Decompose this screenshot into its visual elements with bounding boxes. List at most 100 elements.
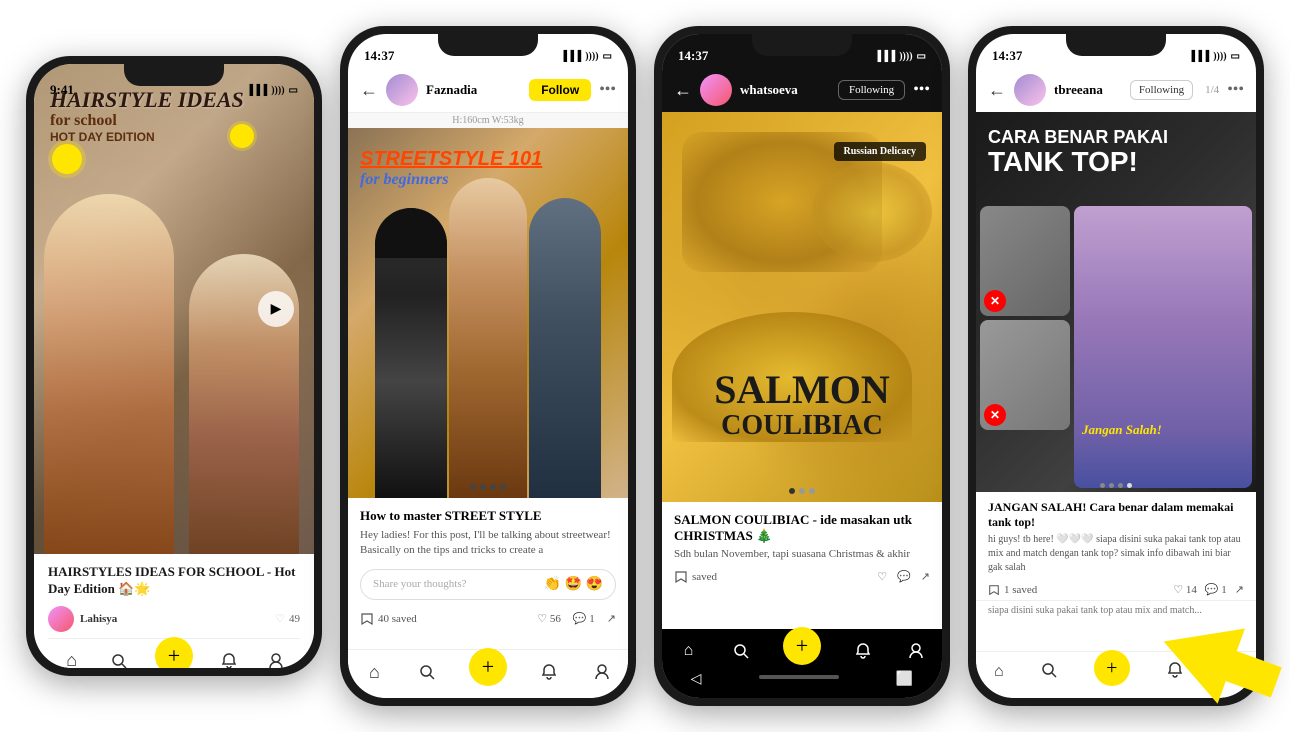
share-icon[interactable]: ↗ — [607, 612, 616, 625]
like-icon[interactable]: ♡ 14 — [1173, 583, 1197, 596]
comment-icon[interactable]: 💬 1 — [1205, 583, 1227, 596]
comment-icon[interactable]: 💬 1 — [573, 612, 595, 625]
nav-home-icon[interactable]: ⌂ — [677, 640, 699, 662]
dot-3 — [1118, 483, 1123, 488]
phone1-hero: 9:41 ▐▐▐ )))) ▭ HAIRSTYLE IDEAS for scho… — [34, 64, 314, 554]
phone1-title-sub: for school — [50, 112, 298, 130]
phone1-post-title: HAIRSTYLES IDEAS FOR SCHOOL - Hot Day Ed… — [48, 564, 300, 598]
dot-1 — [789, 488, 795, 494]
home-indicator — [759, 675, 839, 679]
wrong-example-2: ✕ — [980, 320, 1070, 430]
nav-back-gesture[interactable]: ◁ — [691, 671, 702, 688]
caption-continuation: siapa disini suka pakai tank top atau mi… — [976, 600, 1256, 616]
following-badge[interactable]: Following — [838, 80, 905, 100]
dot-1 — [1100, 483, 1105, 488]
dot-active — [1127, 483, 1132, 488]
figure-2 — [449, 178, 527, 498]
nav-bell-icon[interactable] — [538, 661, 560, 683]
back-button[interactable]: ← — [988, 80, 1006, 101]
dot-2 — [1109, 483, 1114, 488]
more-options-button[interactable]: ••• — [1227, 81, 1244, 99]
author-info: Lahisya — [48, 606, 117, 632]
nav-home-icon[interactable]: ⌂ — [61, 650, 83, 668]
phone-3: 14:37 ▐▐▐ )))) ▭ ← whatsoeva Following •… — [654, 26, 950, 706]
phone4-time: 14:37 — [992, 48, 1022, 64]
nav-person-icon[interactable] — [265, 650, 287, 668]
nav-plus-button[interactable]: + — [469, 648, 507, 686]
signal-icon: ▐▐▐ — [874, 51, 895, 62]
salmon-line1: SALMON — [662, 370, 942, 410]
nav-home-icon[interactable]: ⌂ — [363, 661, 385, 683]
phone2-bottom-nav: ⌂ + — [348, 649, 628, 698]
phone2-notch — [438, 34, 538, 56]
emoji-row[interactable]: 👏 🤩 😍 — [544, 576, 603, 593]
like-icon[interactable]: ♡ 56 — [537, 612, 561, 625]
ph2-caption-body: Hey ladies! For this post, I'll be talki… — [360, 528, 616, 559]
phone3-notch — [752, 34, 852, 56]
battery-icon: ▭ — [917, 51, 926, 62]
ph3-username: whatsoeva — [740, 82, 830, 98]
nav-search-icon[interactable] — [416, 661, 438, 683]
nav-search-icon[interactable] — [730, 640, 752, 662]
nav-bell-icon[interactable] — [218, 650, 240, 668]
phone1-author-row: Lahisya ♡ 49 — [48, 606, 300, 632]
back-button[interactable]: ← — [360, 80, 378, 101]
nav-person-icon[interactable] — [905, 640, 927, 662]
phone1-bottom-nav: ⌂ + — [48, 638, 300, 668]
more-options-button[interactable]: ••• — [913, 81, 930, 99]
carousel-dots — [789, 488, 815, 494]
wrong-mark-1: ✕ — [984, 290, 1006, 312]
share-icon[interactable]: ↗ — [1235, 583, 1244, 596]
ph4-username: tbreeana — [1054, 82, 1122, 98]
phone4-header: ← tbreeana Following 1/4 ••• — [976, 68, 1256, 112]
phone2-hero: STREETSTYLE 101 for beginners — [348, 128, 628, 498]
play-button[interactable]: ▶ — [258, 291, 294, 327]
phone4-status-icons: ▐▐▐ )))) ▭ — [1188, 51, 1240, 62]
author-name: Lahisya — [80, 613, 117, 625]
nav-bell-icon[interactable] — [852, 640, 874, 662]
nav-search-icon[interactable] — [1040, 661, 1058, 684]
carousel-dots — [1100, 483, 1132, 488]
wifi-icon: )))) — [585, 51, 598, 62]
comment-input[interactable]: Share your thoughts? 👏 🤩 😍 — [360, 569, 616, 600]
nav-search-icon[interactable] — [108, 650, 130, 668]
dot-4 — [500, 484, 506, 490]
phone1-status-icons: ▐▐▐ )))) ▭ — [246, 85, 298, 96]
back-button[interactable]: ← — [674, 80, 692, 101]
like-icon[interactable]: ♡ — [877, 570, 887, 584]
follow-button[interactable]: Follow — [529, 79, 591, 101]
ph2-username: Faznadia — [426, 82, 521, 98]
nav-bell-icon[interactable] — [1166, 661, 1184, 684]
nav-home-icon[interactable]: ⌂ — [994, 663, 1004, 681]
dot-3 — [490, 484, 496, 490]
nav-plus-button[interactable]: + — [1094, 650, 1130, 686]
phone1-notch — [124, 64, 224, 86]
ph2-user-avatar — [386, 74, 418, 106]
dot-1 — [470, 484, 476, 490]
carousel-dots — [470, 484, 506, 490]
following-label[interactable]: Following — [1130, 80, 1193, 100]
phone2-header: ← Faznadia Follow ••• — [348, 68, 628, 113]
nav-person-icon[interactable] — [591, 661, 613, 683]
more-options-button[interactable]: ••• — [599, 81, 616, 99]
phone1-title-edition: HOT DAY EDITION — [50, 130, 298, 144]
post-counter: 1/4 — [1205, 84, 1219, 96]
phone1-bottom: HAIRSTYLES IDEAS FOR SCHOOL - Hot Day Ed… — [34, 554, 314, 668]
phone4-hero: CARA BENAR PAKAI TANK TOP! ✕ ✕ Jangan — [976, 112, 1256, 492]
phone4-notch — [1066, 34, 1166, 56]
phone4-action-row: 1 saved ♡ 14 💬 1 ↗ — [976, 579, 1256, 600]
dot-3 — [809, 488, 815, 494]
fashion-figures — [375, 178, 601, 498]
phone-2: 14:37 ▐▐▐ )))) ▭ ← Faznadia Follow ••• H… — [340, 26, 636, 706]
nav-menu-gesture[interactable]: ⬜ — [896, 671, 913, 688]
share-icon[interactable]: ↗ — [921, 570, 930, 584]
phone2-time: 14:37 — [364, 48, 394, 64]
nav-plus-button[interactable]: + — [783, 627, 821, 665]
street-style-title: STREETSTYLE 101 — [360, 148, 616, 171]
phone3-time: 14:37 — [678, 48, 708, 64]
phone4-caption: JANGAN SALAH! Cara benar dalam memakai t… — [976, 492, 1256, 579]
nav-plus-button[interactable]: + — [155, 637, 193, 668]
dot-2 — [799, 488, 805, 494]
comment-icon[interactable]: 💬 — [897, 570, 911, 584]
phone3-action-row: saved ♡ 💬 ↗ — [662, 564, 942, 590]
